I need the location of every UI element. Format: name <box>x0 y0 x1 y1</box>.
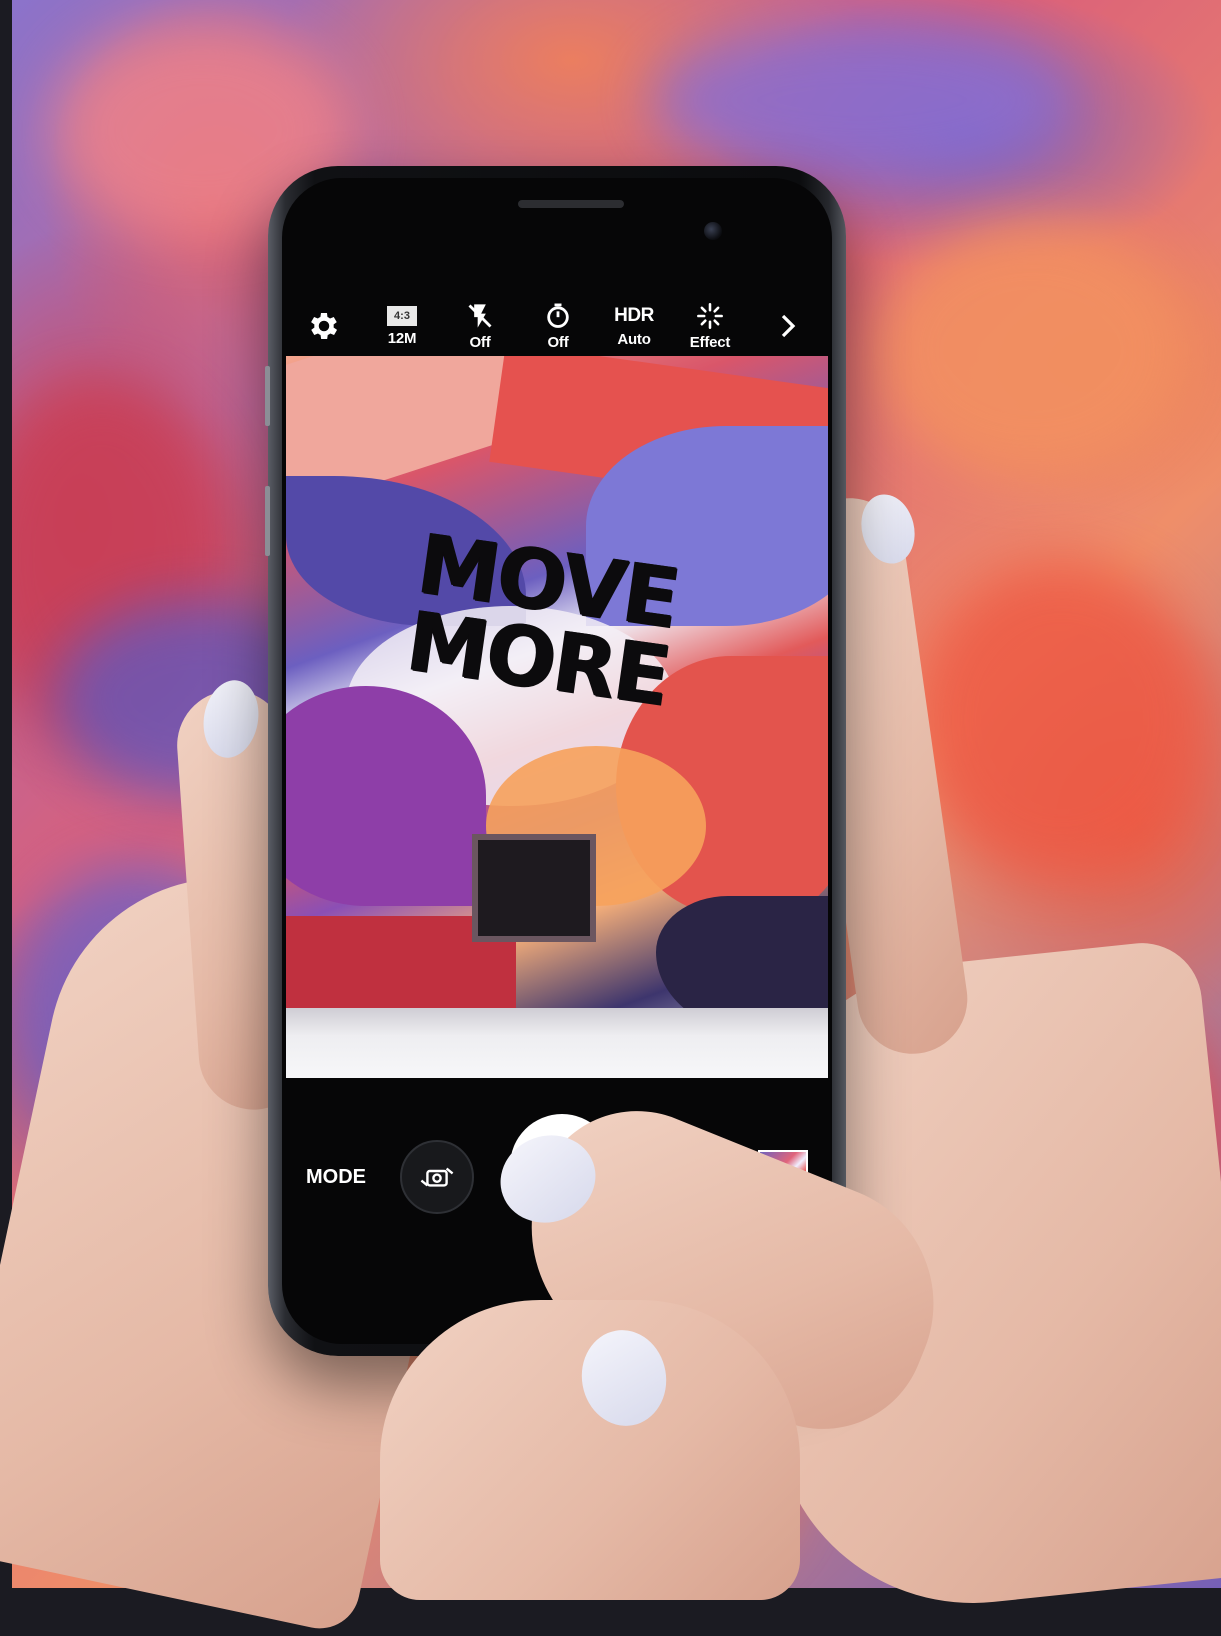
timer-label: Off <box>547 333 569 351</box>
mural-blob <box>652 20 1072 180</box>
mode-button[interactable]: MODE <box>306 1166 366 1189</box>
effect-button[interactable]: Effect <box>678 288 742 364</box>
volume-button <box>265 366 270 426</box>
switch-camera-icon <box>420 1167 454 1187</box>
camera-viewfinder[interactable]: MOVE MORE <box>286 356 828 1078</box>
gear-icon <box>311 312 338 340</box>
wall-window <box>472 834 596 942</box>
mural-blob <box>912 560 1212 880</box>
timer-button[interactable]: Off <box>526 288 590 364</box>
sidewalk <box>286 1008 828 1078</box>
earpiece-speaker <box>518 200 624 208</box>
front-camera <box>704 222 722 240</box>
left-fingers <box>380 1300 800 1600</box>
hdr-button[interactable]: HDR Auto <box>602 288 666 364</box>
mural-lettering: MOVE MORE <box>401 517 722 725</box>
effect-label: Effect <box>689 333 731 351</box>
more-settings-button[interactable] <box>756 288 820 364</box>
ratio-badge: 4:3 <box>387 305 417 326</box>
picture-size-button[interactable]: 4:3 12M <box>370 288 434 364</box>
volume-button <box>265 486 270 556</box>
camera-toolbar: 4:3 12M Off Off HDR Auto Effect <box>282 288 832 364</box>
hdr-label: Auto <box>617 330 651 348</box>
timer-icon <box>547 303 569 328</box>
sparkle-icon <box>697 302 723 329</box>
hdr-title: HDR <box>614 304 654 326</box>
flash-off-icon <box>468 303 492 328</box>
flash-label: Off <box>469 333 491 351</box>
mural-blob <box>872 220 1192 480</box>
picture-size-label: 12M <box>387 329 417 347</box>
settings-button[interactable] <box>292 288 356 364</box>
flash-button[interactable]: Off <box>448 288 512 364</box>
chevron-right-icon <box>781 314 796 338</box>
switch-camera-button[interactable] <box>400 1140 474 1214</box>
